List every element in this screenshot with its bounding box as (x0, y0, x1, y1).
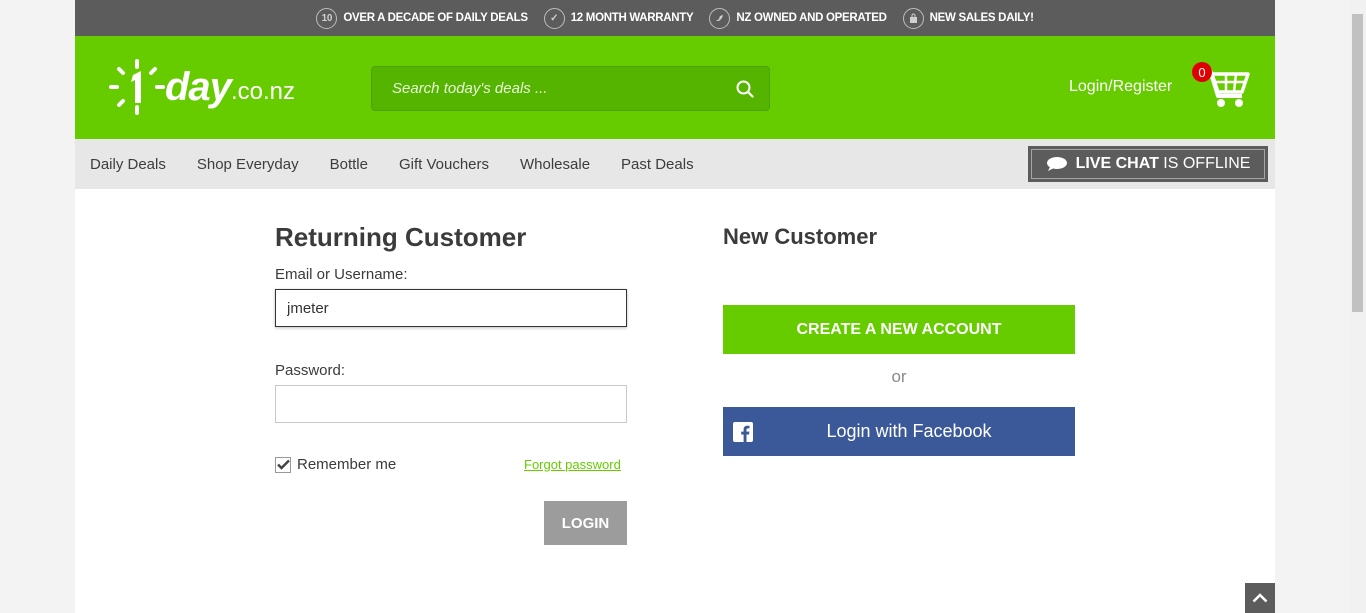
shopping-bag-icon (902, 7, 924, 29)
promo-label: NZ OWNED AND OPERATED (736, 12, 887, 24)
nz-map-icon (709, 7, 731, 29)
cart-count-badge: 0 (1192, 62, 1212, 82)
password-label: Password: (275, 362, 346, 379)
facebook-icon (733, 421, 753, 442)
promo-item-warranty: ✓ 12 MONTH WARRANTY (543, 7, 694, 29)
promo-label: NEW SALES DAILY! (929, 12, 1034, 24)
or-divider: or (891, 367, 907, 386)
page-scrollbar[interactable] (1349, 0, 1366, 613)
checkmark-icon: ✓ (543, 7, 565, 29)
live-chat-status: IS OFFLINE (1163, 155, 1251, 172)
main-nav: Daily Deals Shop Everyday Bottle Gift Vo… (75, 139, 1275, 189)
live-chat-inner: LIVE CHAT IS OFFLINE (1031, 149, 1265, 179)
create-account-button[interactable]: CREATE A NEW ACCOUNT (723, 305, 1075, 354)
search-bar (371, 66, 770, 111)
promo-bar: 10 OVER A DECADE OF DAILY DEALS ✓ 12 MON… (75, 0, 1275, 36)
facebook-login-button[interactable]: Login with Facebook (723, 407, 1075, 456)
login-content: Returning Customer Email or Username: Pa… (75, 189, 1275, 613)
nav-item-shop-everyday[interactable]: Shop Everyday (197, 156, 299, 173)
nav-item-wholesale[interactable]: Wholesale (520, 156, 590, 173)
scroll-to-top-button[interactable] (1245, 583, 1275, 613)
login-button[interactable]: LOGIN (544, 501, 627, 545)
nav-item-daily-deals[interactable]: Daily Deals (90, 156, 166, 173)
one-sun-logo-icon (109, 59, 165, 115)
remember-me-checkbox[interactable] (275, 456, 291, 473)
checkmark-icon (276, 459, 290, 470)
login-register-link[interactable]: Login/Register (1069, 78, 1172, 96)
logo-text: day (165, 64, 232, 109)
site-header: day .co.nz Login/Register (75, 36, 1275, 139)
cart-button[interactable]: 0 (1192, 60, 1252, 110)
chevron-up-icon (1252, 593, 1268, 603)
page-container: 10 OVER A DECADE OF DAILY DEALS ✓ 12 MON… (75, 0, 1275, 613)
chat-bubble-icon (1046, 157, 1067, 171)
live-chat-bold: LIVE CHAT (1075, 155, 1159, 172)
new-customer-title: New Customer (723, 224, 878, 249)
forgot-password-link[interactable]: Forgot password (524, 457, 621, 472)
nav-item-bottle[interactable]: Bottle (330, 156, 368, 173)
remember-me[interactable]: Remember me (275, 456, 396, 473)
live-chat-label: LIVE CHAT IS OFFLINE (1076, 155, 1251, 173)
promo-item-decade: 10 OVER A DECADE OF DAILY DEALS (316, 7, 528, 29)
search-icon (736, 80, 754, 98)
search-input[interactable] (372, 67, 721, 110)
nav-item-gift-vouchers[interactable]: Gift Vouchers (399, 156, 489, 173)
promo-label: 12 MONTH WARRANTY (570, 12, 694, 24)
password-field[interactable] (275, 385, 627, 423)
ten-years-icon: 10 (316, 7, 338, 29)
promo-label: OVER A DECADE OF DAILY DEALS (343, 12, 528, 24)
remember-me-label: Remember me (297, 456, 397, 473)
returning-customer-title: Returning Customer (275, 222, 527, 252)
facebook-login-label: Login with Facebook (826, 421, 992, 441)
scrollbar-thumb[interactable] (1352, 14, 1363, 312)
nav-item-past-deals[interactable]: Past Deals (621, 156, 694, 173)
logo-tld: .co.nz (230, 78, 295, 105)
email-field[interactable] (275, 289, 627, 327)
email-label: Email or Username: (275, 266, 408, 283)
promo-item-new-sales: NEW SALES DAILY! (902, 7, 1034, 29)
live-chat-button[interactable]: LIVE CHAT IS OFFLINE (1028, 146, 1268, 182)
promo-item-nz-owned: NZ OWNED AND OPERATED (709, 7, 887, 29)
search-button[interactable] (721, 67, 769, 110)
site-logo[interactable]: day .co.nz (107, 56, 307, 118)
